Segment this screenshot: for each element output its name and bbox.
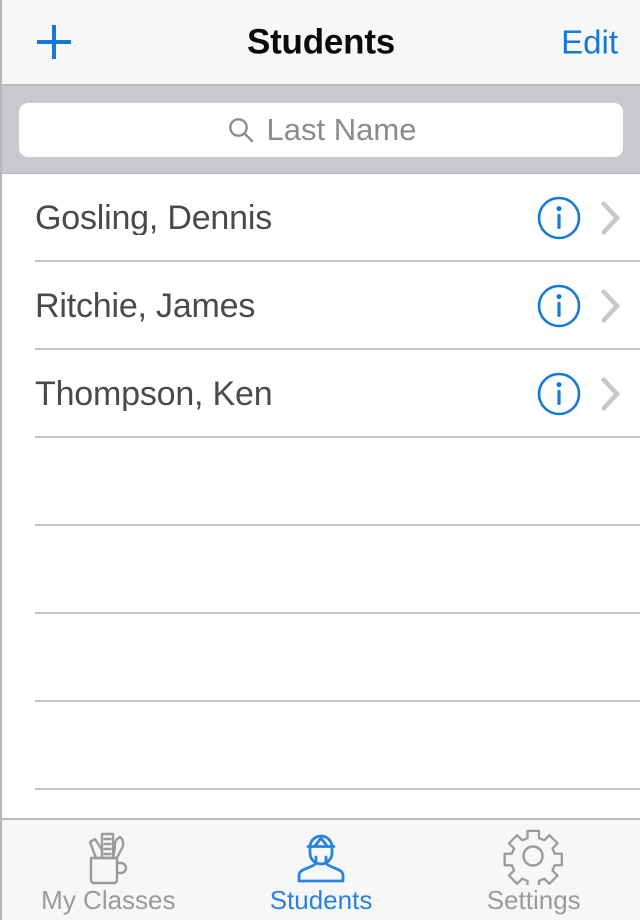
tab-my-classes[interactable]: My Classes [2, 820, 215, 920]
student-name: Thompson, Ken [35, 377, 273, 411]
chevron-right-icon[interactable] [596, 283, 626, 329]
table-row[interactable]: Ritchie, James [2, 262, 640, 350]
search-placeholder: Last Name [266, 112, 417, 147]
table-row[interactable]: Gosling, Dennis [2, 174, 640, 262]
page-title: Students [246, 22, 396, 62]
search-icon [226, 115, 256, 145]
table-row-empty [2, 526, 640, 614]
gear-icon [503, 828, 565, 886]
tab-students[interactable]: Students [215, 820, 428, 920]
navigation-bar: Students Edit [2, 0, 640, 86]
app-screen: Students Edit Last Name Gosling, Dennis [0, 0, 640, 920]
info-circle-icon[interactable] [536, 371, 582, 417]
graduate-person-icon [290, 828, 352, 886]
row-accessories [536, 283, 626, 329]
row-accessories [536, 371, 626, 417]
tab-label-settings: Settings [486, 885, 581, 915]
search-bar-container: Last Name [2, 86, 640, 174]
table-row-empty [2, 438, 640, 526]
table-row-empty [2, 790, 640, 818]
info-circle-icon[interactable] [536, 283, 582, 329]
students-list[interactable]: Gosling, Dennis Ritchie, James Thompson,… [2, 174, 640, 818]
table-row-empty [2, 614, 640, 702]
table-row[interactable]: Thompson, Ken [2, 350, 640, 438]
info-circle-icon[interactable] [536, 195, 582, 241]
tab-label-students: Students [269, 885, 373, 915]
student-name: Ritchie, James [35, 289, 256, 323]
search-input[interactable]: Last Name [19, 102, 623, 157]
search-inner: Last Name [226, 112, 417, 147]
chevron-right-icon[interactable] [596, 195, 626, 241]
tab-bar: My Classes Students Settings [2, 818, 640, 920]
student-name: Gosling, Dennis [35, 201, 273, 235]
pencil-cup-icon [77, 828, 139, 886]
tab-settings[interactable]: Settings [427, 820, 640, 920]
table-row-empty [2, 702, 640, 790]
tab-label-my-classes: My Classes [41, 885, 176, 915]
row-accessories [536, 195, 626, 241]
edit-button[interactable]: Edit [561, 26, 618, 59]
chevron-right-icon[interactable] [596, 371, 626, 417]
